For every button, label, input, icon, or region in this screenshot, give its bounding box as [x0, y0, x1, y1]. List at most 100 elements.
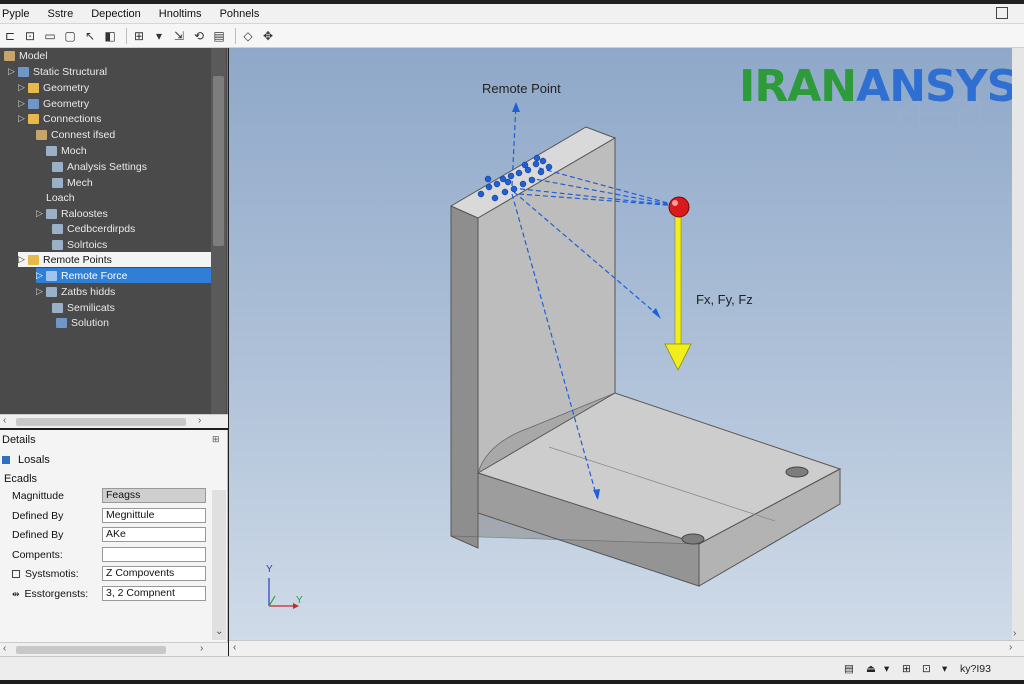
expand-icon[interactable]: ⇹ — [12, 589, 20, 600]
tree-item-coordinates[interactable]: Cedbcerdirpds — [52, 221, 135, 236]
component-count-field[interactable]: 3, 2 Compnent — [102, 586, 206, 601]
fit-icon[interactable]: ⊡ — [22, 28, 38, 44]
tree-vertical-scrollbar[interactable] — [211, 48, 226, 414]
tree-item-label: Static Structural — [33, 65, 108, 78]
tree-item-static-structural[interactable]: ▷ Static Structural — [8, 64, 107, 79]
tree-item-zatbs-hidds[interactable]: ▷ Zatbs hidds — [36, 284, 115, 299]
checkbox-icon[interactable] — [12, 570, 20, 578]
scroll-left-icon[interactable]: ‹ — [3, 415, 6, 426]
result-icon — [46, 286, 57, 297]
menu-item-5[interactable]: Pohnels — [220, 8, 260, 20]
iranansys-logo: IRANANSYS — [739, 62, 1018, 112]
scroll-left-icon[interactable]: ‹ — [233, 642, 236, 653]
tree-item-analysis-settings[interactable]: Analysis Settings — [52, 159, 147, 174]
tree-item-mesh[interactable]: Moch — [46, 143, 87, 158]
tree-item-label: Raloostes — [61, 207, 108, 220]
filter-icon[interactable]: ⏏ — [866, 663, 876, 675]
tree-item-mech[interactable]: Mech — [52, 175, 93, 190]
diamond-icon[interactable]: ◇ — [240, 28, 256, 44]
tree-item-solrtoics[interactable]: Solrtoics — [52, 237, 107, 252]
face-select-icon[interactable]: ◧ — [102, 28, 118, 44]
scroll-thumb[interactable] — [16, 646, 166, 654]
dropdown-icon-2[interactable]: ▾ — [942, 663, 947, 675]
grid-icon — [46, 208, 57, 219]
systems-field[interactable]: Z Compovents — [102, 566, 206, 581]
solution-icon — [52, 239, 63, 250]
scroll-right-icon[interactable]: › — [200, 643, 203, 654]
box-select-icon[interactable]: ▢ — [62, 28, 78, 44]
graphics-viewport[interactable]: Remote Point Fx, Fy, Fz Y Y IRANANSYS — [229, 48, 1024, 640]
mesh-icon — [46, 145, 57, 156]
expand-icon[interactable]: ▷ — [18, 113, 28, 124]
tree-icon[interactable]: ⊏ — [2, 28, 18, 44]
tree-item-geometry-2[interactable]: ▷ Geometry — [18, 96, 89, 111]
scroll-left-icon[interactable]: ‹ — [3, 643, 6, 654]
units-icon[interactable]: ⊡ — [922, 663, 931, 675]
pan-icon[interactable]: ⇲ — [171, 28, 187, 44]
expand-icon[interactable]: ▷ — [36, 270, 46, 281]
dropdown-icon[interactable]: ▾ — [884, 663, 889, 675]
components-field[interactable] — [102, 547, 206, 562]
scroll-right-icon[interactable]: › — [198, 415, 201, 426]
expand-icon[interactable]: ▷ — [18, 98, 28, 109]
viewport-vertical-scrollbar[interactable]: › — [1012, 48, 1024, 640]
defined-by-field-2[interactable]: AKe — [102, 527, 206, 542]
tree-item-remote-points[interactable]: ▷ Remote Points — [18, 252, 211, 267]
tree-item-model[interactable]: Model — [4, 48, 48, 63]
expand-icon[interactable]: ▷ — [8, 66, 18, 77]
dropdown-icon[interactable]: ▾ — [151, 28, 167, 44]
tree-item-label: Connections — [43, 112, 102, 125]
tree-item-solution[interactable]: Solution — [56, 315, 109, 330]
expand-icon[interactable]: ▷ — [36, 208, 46, 219]
menu-item-1[interactable]: Pyple — [2, 8, 30, 20]
expand-icon[interactable]: ▷ — [18, 82, 28, 93]
scroll-thumb[interactable] — [16, 418, 186, 426]
pointer-icon[interactable]: ↖ — [82, 28, 98, 44]
mesh-icon — [52, 177, 63, 188]
tree-item-geometry[interactable]: ▷ Geometry — [18, 80, 89, 95]
expand-icon[interactable]: ▷ — [36, 286, 46, 297]
tree-item-raloostes[interactable]: ▷ Raloostes — [36, 206, 108, 221]
folder-icon — [28, 254, 39, 265]
tree-item-remote-force[interactable]: ▷ Remote Force — [36, 268, 211, 283]
details-panel: Details ⊞ Losals Ecadls Magnittude Feags… — [0, 430, 228, 642]
remote-point-sphere[interactable] — [668, 196, 690, 218]
expand-icon[interactable]: ▷ — [18, 254, 28, 265]
scroll-down-icon[interactable]: › — [1013, 628, 1016, 639]
tree-item-loads[interactable]: Loach — [46, 190, 75, 205]
magnitude-field[interactable]: Feagss — [102, 488, 206, 503]
grid-select-icon[interactable]: ⊞ — [131, 28, 147, 44]
viewport-horizontal-scrollbar[interactable]: ‹ › — [229, 640, 1024, 656]
zoom-box-icon[interactable]: ▭ — [42, 28, 58, 44]
move-icon[interactable]: ✥ — [260, 28, 276, 44]
tree-item-semilicats[interactable]: Semilicats — [52, 300, 115, 315]
scroll-right-icon[interactable]: › — [1009, 642, 1012, 653]
connection-icon — [36, 129, 47, 140]
defined-by-field[interactable]: Megnittule — [102, 508, 206, 523]
menu-item-2[interactable]: Sstre — [48, 8, 74, 20]
group-icon — [2, 456, 10, 464]
model-icon — [4, 50, 15, 61]
tree-item-label: Solrtoics — [67, 238, 108, 251]
selection-mode-icon[interactable]: ▤ — [844, 663, 854, 675]
details-group[interactable]: Losals — [2, 454, 50, 466]
scroll-down-icon[interactable]: ⌄ — [215, 626, 223, 637]
tree-item-connection-group[interactable]: Connest ifsed — [36, 127, 115, 142]
details-vertical-scrollbar[interactable]: ⌄ — [212, 490, 226, 640]
maximize-button[interactable] — [996, 7, 1008, 19]
menu-item-3[interactable]: Depection — [91, 8, 141, 20]
result-icon — [52, 302, 63, 313]
tree-item-label: Semilicats — [67, 301, 115, 314]
rotate-icon[interactable]: ⟲ — [191, 28, 207, 44]
details-group-label: Losals — [18, 454, 50, 466]
pin-icon[interactable]: ⊞ — [212, 434, 220, 445]
details-row-systems: Systsmotis: — [12, 568, 79, 580]
grid-icon[interactable]: ⊞ — [902, 663, 911, 675]
tree-horizontal-scrollbar[interactable]: ‹ › — [0, 414, 228, 428]
table-icon[interactable]: ▤ — [211, 28, 227, 44]
scroll-thumb[interactable] — [213, 76, 224, 246]
details-label: Esstorgensts: — [24, 588, 89, 600]
menu-item-4[interactable]: Hnoltims — [159, 8, 202, 20]
tree-item-connections[interactable]: ▷ Connections — [18, 111, 101, 126]
details-horizontal-scrollbar[interactable]: ‹ › — [0, 642, 228, 656]
